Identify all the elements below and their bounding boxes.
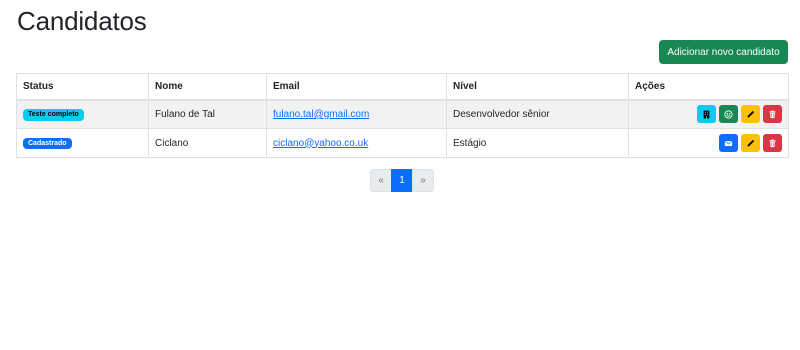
- email-link[interactable]: ciclano@yahoo.co.uk: [273, 138, 368, 149]
- email-link[interactable]: fulano.tal@gmail.com: [273, 109, 369, 120]
- status-cell: Cadastrado: [16, 128, 149, 158]
- trash-action-button[interactable]: [763, 134, 782, 152]
- email-cell: ciclano@yahoo.co.uk: [266, 128, 447, 158]
- table-header-row: Status Nome Email Nível Ações: [16, 73, 789, 101]
- status-badge: Teste completo: [23, 108, 84, 121]
- actions-cell: [628, 99, 789, 129]
- name-cell: Ciclano: [148, 128, 267, 158]
- building-action-button[interactable]: [697, 105, 716, 124]
- status-badge: Cadastrado: [23, 137, 72, 150]
- header-level: Nível: [446, 73, 629, 101]
- building-icon: [702, 110, 711, 119]
- add-candidate-button[interactable]: Adicionar novo candidato: [659, 40, 788, 64]
- envelope-icon: [724, 139, 733, 148]
- page-title: Candidatos: [17, 6, 147, 36]
- status-cell: Teste completo: [16, 99, 149, 129]
- pencil-action-button[interactable]: [741, 134, 760, 152]
- trash-icon: [768, 139, 777, 148]
- trash-icon: [768, 110, 777, 119]
- actions-cell: [628, 128, 789, 158]
- pagination-prev[interactable]: «: [370, 169, 392, 192]
- header-status: Status: [16, 73, 149, 101]
- level-cell: Desenvolvedor sênior: [446, 99, 629, 129]
- trash-action-button[interactable]: [763, 105, 782, 124]
- pencil-action-button[interactable]: [741, 105, 760, 124]
- emoji-action-button[interactable]: [719, 105, 738, 124]
- pagination-page-1[interactable]: 1: [391, 169, 413, 192]
- name-cell: Fulano de Tal: [148, 99, 267, 129]
- pencil-icon: [746, 110, 755, 119]
- email-cell: fulano.tal@gmail.com: [266, 99, 447, 129]
- header-email: Email: [266, 73, 447, 101]
- header-actions: Ações: [628, 73, 789, 101]
- pagination: « 1 »: [370, 169, 434, 192]
- table-row: Cadastrado Ciclano ciclano@yahoo.co.uk E…: [16, 128, 789, 158]
- envelope-action-button[interactable]: [719, 134, 738, 152]
- row-actions: [635, 134, 782, 152]
- table-row: Teste completo Fulano de Tal fulano.tal@…: [16, 99, 789, 129]
- row-actions: [635, 105, 782, 124]
- pencil-icon: [746, 139, 755, 148]
- candidates-table: Status Nome Email Nível Ações Teste comp…: [16, 73, 789, 158]
- header-name: Nome: [148, 73, 267, 101]
- emoji-icon: [724, 110, 733, 119]
- level-cell: Estágio: [446, 128, 629, 158]
- pagination-next[interactable]: »: [412, 169, 434, 192]
